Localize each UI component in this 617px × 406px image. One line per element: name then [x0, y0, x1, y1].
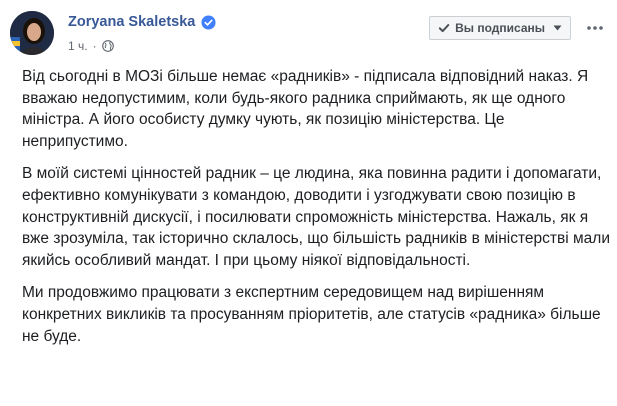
post-meta: 1 ч. ·: [68, 39, 114, 53]
more-options-icon: [587, 26, 603, 30]
post-paragraph: Від сьогодні в МОЗі більше немає «радник…: [22, 68, 589, 150]
verified-badge-icon: [201, 14, 216, 30]
author-name[interactable]: Zoryana Skaletska: [68, 14, 195, 30]
caret-down-icon: [553, 25, 562, 31]
subscribed-label: Вы подписаны: [455, 21, 545, 35]
avatar-image: [10, 11, 54, 55]
avatar[interactable]: [10, 11, 54, 55]
check-icon: [438, 24, 450, 33]
more-options-button[interactable]: [583, 16, 607, 40]
meta-separator: ·: [92, 39, 97, 53]
post-timestamp[interactable]: 1 ч.: [68, 39, 88, 53]
post-paragraph: В моїй системі цінностей радник – це люд…: [22, 165, 610, 269]
globe-icon[interactable]: [101, 40, 114, 52]
post-header: Zoryana Skaletska 1 ч. · Вы подписаны: [10, 10, 607, 60]
author-link[interactable]: Zoryana Skaletska: [68, 14, 216, 30]
post-paragraph: Ми продовжимо працювати з експертним сер…: [22, 284, 601, 345]
subscribed-button[interactable]: Вы подписаны: [429, 16, 571, 40]
post-body: Від сьогодні в МОЗі більше немає «радник…: [22, 66, 612, 358]
